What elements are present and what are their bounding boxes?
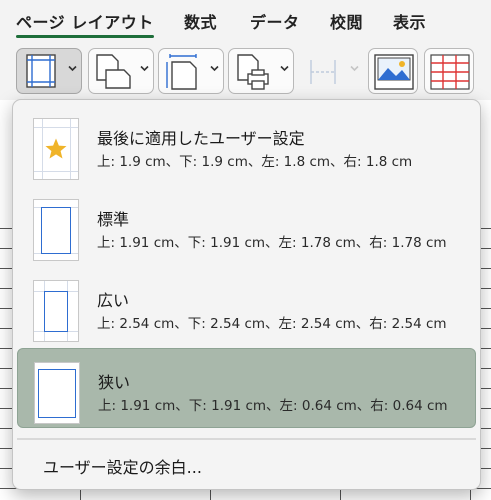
- margin-preview-thumbnail: [33, 199, 79, 261]
- tab-formulas[interactable]: 数式: [184, 9, 217, 33]
- margin-option-title: 狭い: [98, 373, 131, 392]
- chevron-down-icon: [140, 65, 149, 72]
- star-icon: [45, 138, 67, 159]
- tab-review[interactable]: 校閲: [330, 9, 363, 33]
- print-area-icon: [237, 54, 269, 90]
- custom-margins-menu-item[interactable]: ユーザー設定の余白...: [43, 454, 202, 478]
- print-titles-button[interactable]: [424, 48, 474, 94]
- tab-data[interactable]: データ: [250, 9, 300, 33]
- margin-option-title: 最後に適用したユーザー設定: [97, 129, 305, 148]
- print-area-button[interactable]: [228, 48, 294, 94]
- menu-separator: [17, 438, 476, 440]
- tab-page-layout[interactable]: ページ レイアウト: [16, 9, 154, 38]
- margin-option-narrow[interactable]: 狭い 上: 1.91 cm、下: 1.91 cm、左: 0.64 cm、右: 0…: [17, 348, 476, 428]
- background-image-icon: [374, 54, 414, 90]
- margins-dropdown-menu: 最後に適用したユーザー設定 上: 1.9 cm、下: 1.9 cm、左: 1.8…: [12, 99, 481, 490]
- breaks-icon: [310, 60, 336, 84]
- ribbon-toolbar: [0, 40, 491, 100]
- orientation-button[interactable]: [88, 48, 154, 94]
- chevron-down-icon: [350, 65, 359, 72]
- chevron-down-icon: [68, 65, 77, 72]
- margin-option-description: 上: 1.91 cm、下: 1.91 cm、左: 1.78 cm、右: 1.78…: [97, 235, 447, 251]
- size-button[interactable]: [158, 48, 224, 94]
- margins-button[interactable]: [16, 48, 82, 94]
- margin-option-description: 上: 1.91 cm、下: 1.91 cm、左: 0.64 cm、右: 0.64…: [98, 398, 448, 414]
- margin-preview-thumbnail: [33, 118, 79, 180]
- print-titles-icon: [430, 54, 470, 90]
- page-size-icon: [166, 54, 197, 90]
- breaks-button[interactable]: [298, 48, 364, 94]
- margin-option-title: 広い: [97, 291, 130, 310]
- margin-option-description: 上: 1.9 cm、下: 1.9 cm、左: 1.8 cm、右: 1.8 cm: [97, 154, 413, 170]
- margin-option-last-custom[interactable]: 最後に適用したユーザー設定 上: 1.9 cm、下: 1.9 cm、左: 1.8…: [17, 105, 476, 185]
- chevron-down-icon: [280, 65, 289, 72]
- margin-option-wide[interactable]: 広い 上: 2.54 cm、下: 2.54 cm、左: 2.54 cm、右: 2…: [17, 267, 476, 347]
- margin-preview-thumbnail: [33, 280, 79, 342]
- tab-view[interactable]: 表示: [393, 9, 426, 33]
- ribbon-tabs: ページ レイアウト 数式 データ 校閲 表示: [0, 0, 491, 40]
- margin-option-normal[interactable]: 標準 上: 1.91 cm、下: 1.91 cm、左: 1.78 cm、右: 1…: [17, 186, 476, 266]
- orientation-icon: [96, 54, 131, 89]
- background-button[interactable]: [368, 48, 418, 94]
- chevron-down-icon: [210, 65, 219, 72]
- margin-option-description: 上: 2.54 cm、下: 2.54 cm、左: 2.54 cm、右: 2.54…: [97, 316, 447, 332]
- margin-preview-thumbnail: [34, 362, 80, 424]
- margins-icon: [26, 54, 56, 88]
- margin-option-title: 標準: [97, 210, 130, 229]
